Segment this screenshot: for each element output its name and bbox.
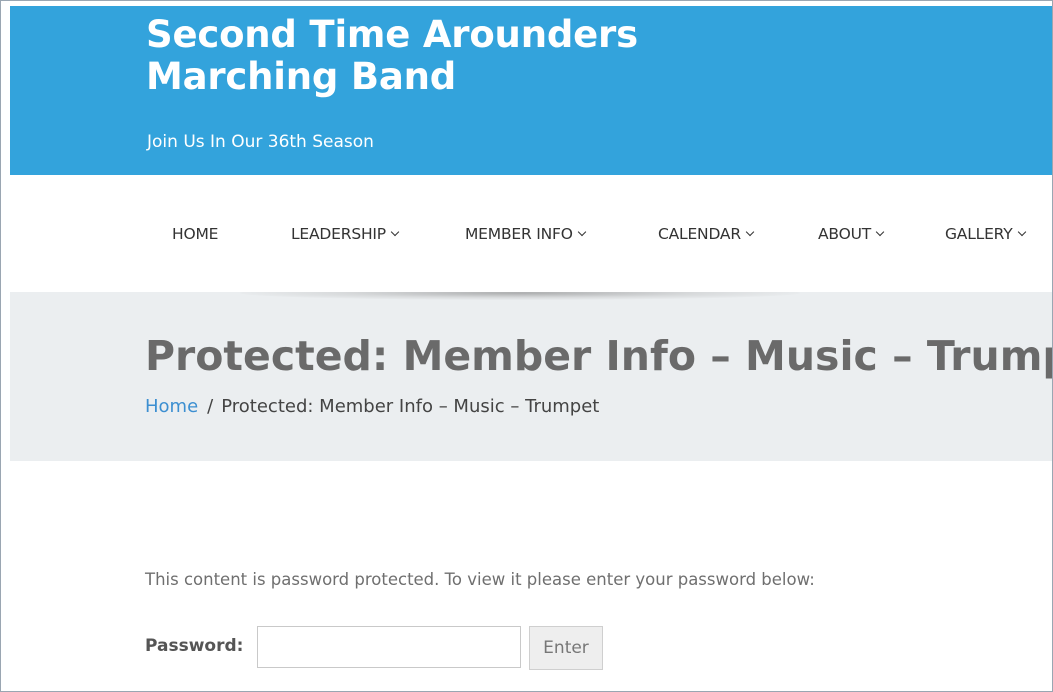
nav-item-label: CALENDAR — [658, 225, 741, 243]
chevron-down-icon — [577, 227, 586, 237]
chevron-down-icon — [390, 227, 400, 237]
site-header: Second Time Arounders Marching Band Join… — [10, 6, 1052, 175]
nav-item-gallery[interactable]: GALLERY — [945, 225, 1026, 243]
nav-item-member-info[interactable]: MEMBER INFO — [465, 225, 586, 243]
chevron-down-icon — [745, 227, 755, 237]
nav-item-about[interactable]: ABOUT — [818, 225, 885, 243]
password-label: Password: — [145, 636, 244, 656]
chevron-down-icon — [1017, 227, 1026, 237]
breadcrumb-separator: / — [207, 396, 214, 417]
nav-item-home[interactable]: HOME — [172, 225, 218, 243]
nav-item-label: ABOUT — [818, 225, 871, 243]
site-title[interactable]: Second Time Arounders Marching Band — [146, 14, 846, 98]
nav-item-label: GALLERY — [945, 225, 1013, 243]
nav-item-calendar[interactable]: CALENDAR — [658, 225, 755, 243]
password-input[interactable] — [257, 626, 521, 668]
page-title: Protected: Member Info – Music – Trumpet — [145, 332, 1053, 380]
nav-item-leadership[interactable]: LEADERSHIP — [291, 225, 400, 243]
nav-item-label: LEADERSHIP — [291, 225, 386, 243]
site-title-line-2[interactable]: Marching Band — [146, 55, 456, 98]
chevron-down-icon — [875, 227, 885, 237]
page-title-band: Protected: Member Info – Music – Trumpet… — [10, 292, 1053, 461]
breadcrumb-current: Protected: Member Info – Music – Trumpet — [221, 396, 600, 417]
site-tagline: Join Us In Our 36th Season — [147, 132, 374, 152]
site-title-line-1[interactable]: Second Time Arounders — [146, 13, 638, 56]
enter-button[interactable]: Enter — [529, 626, 603, 670]
decorative-shadow — [240, 292, 800, 300]
nav-item-label: MEMBER INFO — [465, 225, 573, 243]
breadcrumb-home-link[interactable]: Home — [145, 396, 198, 417]
password-protected-notice: This content is password protected. To v… — [145, 570, 815, 589]
browser-viewport: Second Time Arounders Marching Band Join… — [0, 0, 1053, 692]
breadcrumb: Home / Protected: Member Info – Music – Tr… — [145, 396, 599, 417]
nav-item-label: HOME — [172, 225, 219, 243]
main-navigation: HOME LEADERSHIP MEMBER INFO CALENDAR ABO… — [10, 175, 1052, 292]
